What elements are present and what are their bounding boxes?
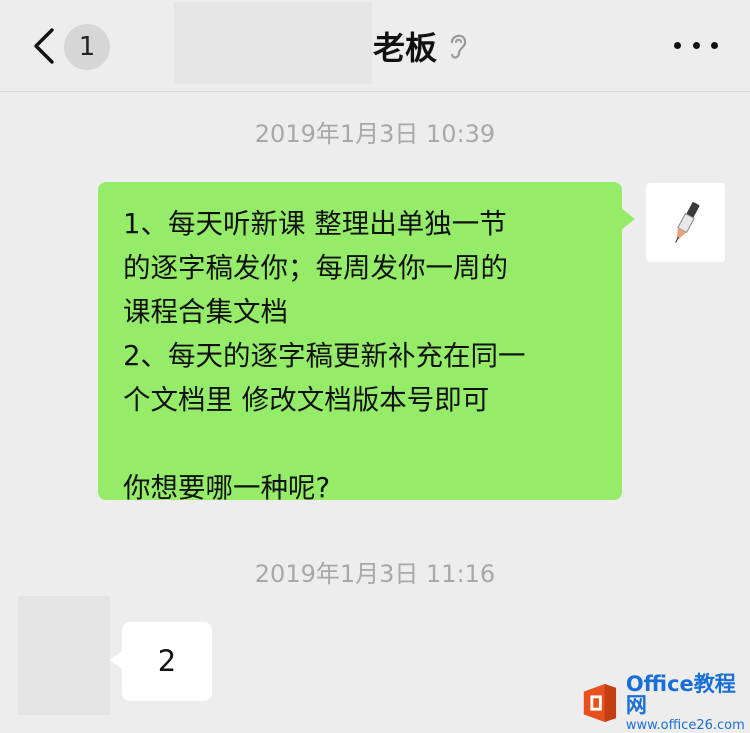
message-line: 1、每天听新课 整理出单独一节 bbox=[123, 208, 507, 240]
message-line: 课程合集文档 bbox=[123, 296, 288, 328]
chat-title-group: 老板 bbox=[373, 24, 469, 68]
my-avatar[interactable] bbox=[646, 183, 725, 262]
message-timestamp: 2019年1月3日 11:16 bbox=[254, 560, 496, 588]
ear-icon bbox=[450, 34, 467, 59]
contact-avatar[interactable] bbox=[18, 596, 110, 715]
watermark: Office教程网 www.office26.com bbox=[580, 674, 750, 732]
unread-count-badge[interactable]: 1 bbox=[64, 24, 110, 70]
chevron-left-icon[interactable] bbox=[30, 26, 64, 66]
message-line bbox=[123, 422, 598, 466]
message-timestamp: 2019年1月3日 10:39 bbox=[254, 120, 496, 148]
watermark-url: www.office26.com bbox=[625, 718, 745, 733]
message-line: 2、每天的逐字稿更新补充在同一 bbox=[123, 340, 526, 372]
received-message-bubble[interactable]: 2 bbox=[110, 622, 212, 701]
message-line: 你想要哪一种呢? bbox=[123, 472, 331, 504]
message-line: 个文档里 修改文档版本号即可 bbox=[123, 384, 490, 416]
chat-title: 老板 bbox=[373, 29, 438, 67]
sent-message-bubble[interactable]: 1、每天听新课 整理出单独一节 的逐字稿发你；每周发你一周的 课程合集文档 2、… bbox=[98, 182, 635, 504]
more-options-button[interactable] bbox=[674, 30, 718, 60]
message-line: 的逐字稿发你；每周发你一周的 bbox=[123, 252, 508, 284]
more-dots-icon bbox=[711, 41, 718, 49]
office-logo-icon bbox=[583, 684, 617, 722]
watermark-title: Office教程网 bbox=[625, 672, 736, 717]
pen-drawing-avatar-icon bbox=[675, 202, 700, 243]
chat-header: 1 老板 bbox=[0, 0, 750, 92]
more-dots-icon bbox=[674, 41, 681, 49]
blurred-region bbox=[174, 2, 372, 84]
more-dots-icon bbox=[692, 41, 700, 49]
